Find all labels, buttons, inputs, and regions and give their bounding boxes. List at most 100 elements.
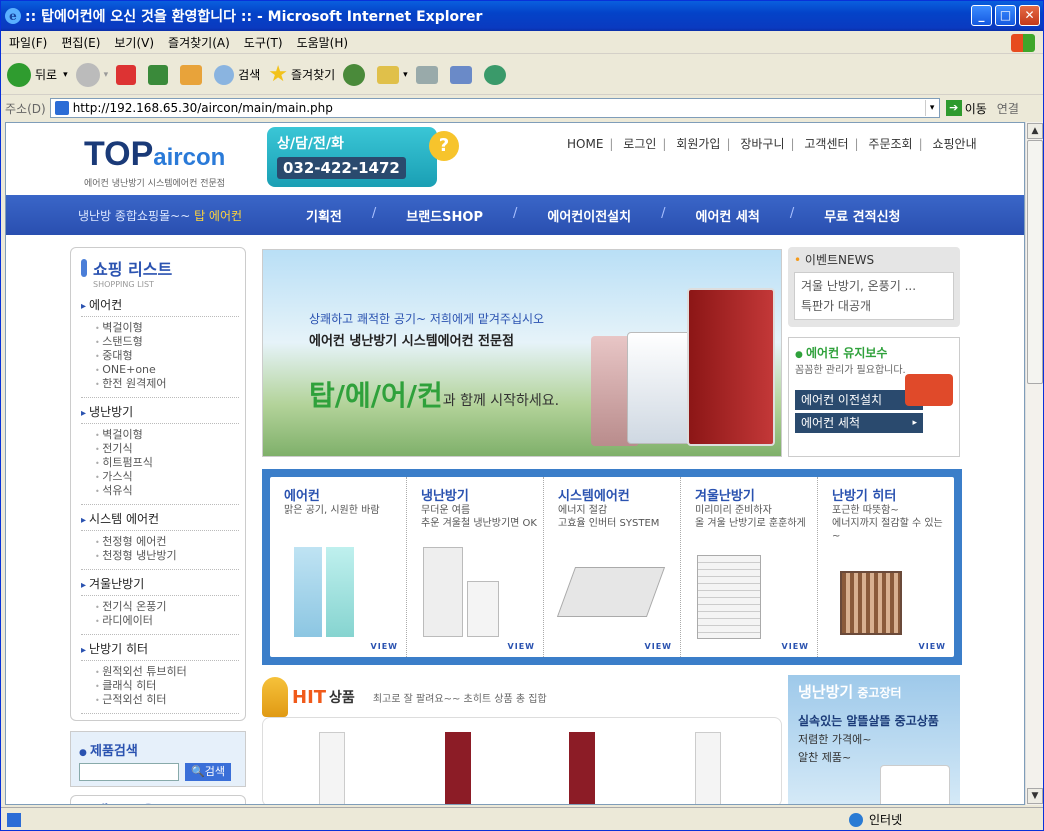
category-title[interactable]: 난방기 히터 <box>81 637 239 661</box>
nav-special[interactable]: 기획전 <box>306 206 342 225</box>
scroll-thumb[interactable] <box>1027 140 1043 384</box>
product-aircon[interactable]: 에어컨 맑은 공기, 시원한 바람 VIEW <box>270 477 407 657</box>
nav-brandshop[interactable]: 브랜드SHOP <box>406 206 483 225</box>
category-item[interactable]: 라디에이터 <box>95 614 239 628</box>
address-input[interactable]: http://192.168.65.30/aircon/main/main.ph… <box>49 98 940 118</box>
nav-login[interactable]: 로그인 <box>623 137 656 151</box>
category-item[interactable]: 히트펌프식 <box>95 456 239 470</box>
vertical-scrollbar[interactable]: ▲ ▼ <box>1025 122 1043 805</box>
category-item[interactable]: 석유식 <box>95 484 239 498</box>
brand-collection[interactable]: 브랜드 모음 <box>70 795 246 804</box>
view-button[interactable]: VIEW <box>919 642 946 651</box>
search-submit-button[interactable]: 🔍검색 <box>185 763 231 781</box>
category-item[interactable]: 근적외선 히터 <box>95 693 239 707</box>
stop-button[interactable] <box>116 64 140 85</box>
close-button[interactable]: ✕ <box>1019 5 1040 26</box>
event-news-title[interactable]: 이벤트NEWS <box>794 251 954 268</box>
nav-home[interactable]: HOME <box>567 137 603 151</box>
category-item[interactable]: 원적외선 튜브히터 <box>95 665 239 679</box>
view-button[interactable]: VIEW <box>371 642 398 651</box>
site-logo[interactable]: TOPaircon 에어컨 냉난방기 시스템에어컨 전문점 <box>84 135 254 195</box>
cleaning-button[interactable]: 에어컨 세척 <box>795 413 923 433</box>
menu-view[interactable]: 보기(V) <box>114 34 154 51</box>
category-title[interactable]: 겨울난방기 <box>81 572 239 596</box>
nav-cleaning[interactable]: 에어컨 세척 <box>696 206 760 225</box>
category-title[interactable]: 냉난방기 <box>81 400 239 424</box>
minimize-button[interactable]: _ <box>971 5 992 26</box>
event-item[interactable]: 겨울 난방기, 온풍기 ... <box>801 276 947 296</box>
category-item[interactable]: 가스식 <box>95 470 239 484</box>
relocation-button[interactable]: 에어컨 이전설치 <box>795 390 923 410</box>
nav-support[interactable]: 고객센터 <box>804 137 848 151</box>
home-button[interactable] <box>180 64 206 85</box>
hit-product-image[interactable] <box>445 732 471 804</box>
scroll-down-icon[interactable]: ▼ <box>1027 788 1043 804</box>
product-name: 겨울난방기 <box>695 489 755 504</box>
category-item[interactable]: 스탠드형 <box>95 335 239 349</box>
category-item[interactable]: 전기식 <box>95 442 239 456</box>
nav-join[interactable]: 회원가입 <box>676 137 720 151</box>
scroll-up-icon[interactable]: ▲ <box>1027 123 1043 139</box>
history-button[interactable] <box>343 63 369 86</box>
product-heater[interactable]: 난방기 히터 포근한 따뜻함~ 에너지까지 절감할 수 있는~ VIEW <box>818 477 954 657</box>
main-nav: 냉난방 종합쇼핑몰~~ 탑 에어컨 기획전 / 브랜드SHOP / 에어컨이전설… <box>6 195 1024 235</box>
forward-dropdown-icon[interactable]: ▾ <box>104 70 109 80</box>
category-item[interactable]: 중대형 <box>95 349 239 363</box>
address-dropdown-icon[interactable]: ▾ <box>924 100 939 116</box>
nav-cart[interactable]: 장바구니 <box>740 137 784 151</box>
category-item[interactable]: 한전 원격제어 <box>95 377 239 391</box>
hit-product-image[interactable] <box>319 732 345 804</box>
menu-file[interactable]: 파일(F) <box>9 34 47 51</box>
print-button[interactable] <box>415 65 442 84</box>
product-winter[interactable]: 겨울난방기 미리미리 준비하자 올 겨울 난방기로 훈훈하게 VIEW <box>681 477 818 657</box>
menu-edit[interactable]: 편집(E) <box>61 34 100 51</box>
category-title[interactable]: 시스템 에어컨 <box>81 507 239 531</box>
search-button[interactable]: 검색 <box>214 64 260 85</box>
category-item[interactable]: 천정형 냉난방기 <box>95 549 239 563</box>
view-button[interactable]: VIEW <box>645 642 672 651</box>
nav-orders[interactable]: 주문조회 <box>868 137 912 151</box>
view-button[interactable]: VIEW <box>508 642 535 651</box>
hit-title-2: 상품 <box>329 690 355 706</box>
hit-product-image[interactable] <box>695 732 721 804</box>
title-bar[interactable]: e :: 탑에어컨에 오신 것을 환영합니다 :: - Microsoft In… <box>1 1 1043 31</box>
category-item[interactable]: 벽걸이형 <box>95 321 239 335</box>
used-market[interactable]: 냉난방기 중고장터 실속있는 알뜰살뜰 중고상품 저렴한 가격에~ 알찬 제품~ <box>788 675 960 804</box>
refresh-button[interactable] <box>148 64 172 85</box>
menu-help[interactable]: 도움말(H) <box>297 34 349 51</box>
nav-estimate[interactable]: 무료 견적신청 <box>824 206 900 225</box>
event-item[interactable]: 특판가 대공개 <box>801 296 947 316</box>
menu-tools[interactable]: 도구(T) <box>244 34 283 51</box>
go-label: 이동 <box>964 101 987 116</box>
search-input[interactable] <box>79 763 179 781</box>
address-url: http://192.168.65.30/aircon/main/main.ph… <box>72 101 333 115</box>
edit-button[interactable] <box>449 65 476 84</box>
category-title[interactable]: 에어컨 <box>81 293 239 317</box>
back-button[interactable]: 뒤로 ▾ <box>7 62 68 87</box>
view-button[interactable]: VIEW <box>782 642 809 651</box>
nav-relocation[interactable]: 에어컨이전설치 <box>547 206 631 225</box>
mail-button[interactable]: ▾ <box>377 65 408 84</box>
maximize-button[interactable]: □ <box>995 5 1016 26</box>
category-item[interactable]: 전기식 온풍기 <box>95 600 239 614</box>
forward-button[interactable]: ▾ <box>75 62 109 87</box>
category-item[interactable]: 벽걸이형 <box>95 428 239 442</box>
category-item[interactable]: ONE+one <box>95 363 239 377</box>
product-desc: 에너지까지 절감할 수 있는~ <box>832 518 943 542</box>
hit-product-image[interactable] <box>569 732 595 804</box>
back-dropdown-icon[interactable]: ▾ <box>63 70 68 80</box>
menu-favorites[interactable]: 즐겨찾기(A) <box>168 34 230 51</box>
main-banner[interactable]: 상쾌하고 쾌적한 공기~ 저희에게 맡겨주십시오 에어컨 냉난방기 시스템에어컨… <box>262 249 782 457</box>
favorites-button[interactable]: ★ 즐겨찾기 <box>268 62 335 87</box>
mail-dropdown-icon[interactable]: ▾ <box>403 70 408 80</box>
product-heatcool[interactable]: 냉난방기 무더운 여름 추운 겨울철 냉난방기면 OK VIEW <box>407 477 544 657</box>
go-button[interactable]: ➔ 이동 <box>945 100 987 117</box>
category-item[interactable]: 클래식 히터 <box>95 679 239 693</box>
product-desc: 고효율 인버터 SYSTEM <box>558 518 660 529</box>
category-item[interactable]: 천정형 에어컨 <box>95 535 239 549</box>
product-system[interactable]: 시스템에어컨 에너지 절감 고효율 인버터 SYSTEM VIEW <box>544 477 681 657</box>
nav-guide[interactable]: 쇼핑안내 <box>932 137 976 151</box>
links-button[interactable]: 연결 <box>997 100 1019 117</box>
messenger-button[interactable] <box>483 64 510 85</box>
category-heatcool: 냉난방기 벽걸이형 전기식 히트펌프식 가스식 석유식 <box>81 400 239 505</box>
